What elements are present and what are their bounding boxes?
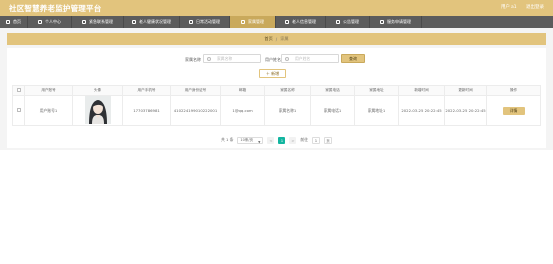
cell-updated: 2022-03-25 20:22:45 [444, 95, 487, 126]
nav-label: 公告管理 [343, 19, 359, 24]
user-label: 用户 [500, 5, 510, 10]
add-button[interactable]: ＋ 新增 [259, 69, 286, 78]
nav-item-service[interactable]: 服务申请管理 [370, 16, 422, 28]
column-header[interactable]: 用户手机号 [122, 85, 171, 96]
nav-item-home[interactable]: 首页 [0, 16, 28, 28]
elder-icon [285, 20, 289, 24]
cell-created: 2022-03-25 20:22:45 [398, 95, 445, 126]
cell-family-phone: 家属电话1 [310, 95, 355, 126]
cell-phone: 17703786981 [122, 95, 171, 126]
row-checkbox[interactable] [16, 108, 21, 112]
search-bar: 家属名称 家属名称 用户姓名 用户姓名 查询 [7, 54, 546, 64]
cell-avatar [72, 95, 123, 126]
health-icon [132, 20, 136, 24]
table-header-row: 用户账号 头像 用户手机号 用户身份证号 邮箱 家属名称 家属电话 家属地址 新… [12, 85, 541, 96]
nav-label: 首页 [13, 19, 21, 24]
chevron-down-icon: ▼ [258, 139, 261, 144]
search-icon [285, 57, 289, 61]
prev-page-button[interactable]: < [267, 136, 275, 144]
family-name-label: 家属名称 [185, 56, 201, 62]
select-all-cell[interactable] [12, 85, 25, 96]
username: a1 [510, 5, 517, 10]
search-button[interactable]: 查询 [341, 54, 365, 63]
column-header[interactable]: 邮箱 [220, 85, 265, 96]
user-name-placeholder: 用户姓名 [295, 55, 311, 61]
home-icon [6, 20, 10, 24]
family-table: 用户账号 头像 用户手机号 用户身份证号 邮箱 家属名称 家属电话 家属地址 新… [12, 85, 541, 126]
search-icon [207, 57, 211, 61]
breadcrumb-separator: / [275, 36, 278, 42]
column-header[interactable]: 用户身份证号 [170, 85, 221, 96]
nav-label: 紧急联系管理 [89, 19, 113, 24]
column-header[interactable]: 用户账号 [24, 85, 73, 96]
detail-button[interactable]: 详情 [502, 106, 525, 115]
page-number-button[interactable]: 1 [278, 136, 286, 144]
cell-account: 用户账号1 [24, 95, 73, 126]
nav-item-emergency-contact[interactable]: 紧急联系管理 [72, 16, 124, 28]
avatar [84, 96, 111, 124]
nav-label: 家属管理 [248, 19, 264, 24]
contact-icon [82, 20, 86, 24]
breadcrumb: 首页 / 家属 [7, 33, 546, 45]
column-header[interactable]: 家属地址 [354, 85, 399, 96]
nav-item-family[interactable]: 家属管理 [230, 16, 276, 28]
pagination: 共 1 条 10条/页 ▼ < 1 > 前往 1 页 [7, 136, 546, 144]
nav-label: 老人信息管理 [292, 19, 316, 24]
cell-id-number: 410224199010222001 [170, 95, 221, 126]
nav-label: 服务申请管理 [387, 19, 411, 24]
notice-icon [336, 20, 340, 24]
nav-item-notice[interactable]: 公告管理 [326, 16, 370, 28]
column-header[interactable]: 更新时间 [444, 85, 487, 96]
nav-item-health[interactable]: 老人健康状况管理 [124, 16, 180, 28]
main-nav: 首页 个人中心 紧急联系管理 老人健康状况管理 日常活动管理 家属管理 老人信息… [0, 16, 553, 28]
user-icon [38, 20, 42, 24]
pagination-total: 共 1 条 [220, 137, 234, 142]
main-card: 家属名称 家属名称 用户姓名 用户姓名 查询 ＋ 新增 用户账号 头像 用户手机… [7, 48, 546, 148]
user-name-label: 用户姓名 [265, 56, 281, 62]
page-size-select[interactable]: 10条/页 ▼ [237, 136, 264, 144]
goto-label: 前往 [300, 137, 309, 142]
column-header: 操作 [486, 85, 541, 96]
page-suffix: 页 [324, 136, 333, 144]
app-title: 社区智慧养老监护管理平台 [9, 4, 102, 13]
table-row: 用户账号1 17703786981 410224199010222001 1@q… [12, 95, 541, 126]
nav-item-elder-info[interactable]: 老人信息管理 [276, 16, 326, 28]
cell-family-name: 家属名称1 [264, 95, 311, 126]
family-name-placeholder: 家属名称 [217, 55, 233, 61]
family-icon [241, 20, 245, 24]
avatar-image [84, 96, 111, 124]
breadcrumb-home[interactable]: 首页 [264, 36, 272, 42]
next-page-button[interactable]: > [289, 136, 297, 144]
family-name-input[interactable]: 家属名称 [203, 54, 261, 63]
page-size-value: 10条/页 [240, 137, 254, 142]
column-header[interactable]: 家属名称 [264, 85, 311, 96]
column-header[interactable]: 家属电话 [310, 85, 355, 96]
nav-item-profile[interactable]: 个人中心 [28, 16, 72, 28]
cell-email: 1@qq.com [220, 95, 265, 126]
service-icon [380, 20, 384, 24]
select-all-checkbox[interactable] [16, 88, 21, 92]
goto-page-input[interactable]: 1 [312, 136, 321, 144]
nav-label: 老人健康状况管理 [139, 19, 171, 24]
nav-item-activity[interactable]: 日常活动管理 [180, 16, 230, 28]
cell-actions: 详情 [486, 95, 541, 126]
nav-label: 日常活动管理 [196, 19, 220, 24]
column-header: 头像 [72, 85, 123, 96]
nav-label: 个人中心 [45, 19, 61, 24]
breadcrumb-current: 家属 [280, 36, 289, 41]
user-name-input[interactable]: 用户姓名 [281, 54, 339, 63]
row-select-cell[interactable] [12, 95, 25, 126]
user-info: 用户a1 退出登录 [497, 4, 544, 10]
column-header[interactable]: 新增时间 [398, 85, 445, 96]
top-header: 社区智慧养老监护管理平台 用户a1 退出登录 [0, 0, 553, 16]
activity-icon [189, 20, 193, 24]
cell-family-address: 家属地址1 [354, 95, 399, 126]
logout-link[interactable]: 退出登录 [526, 5, 544, 10]
